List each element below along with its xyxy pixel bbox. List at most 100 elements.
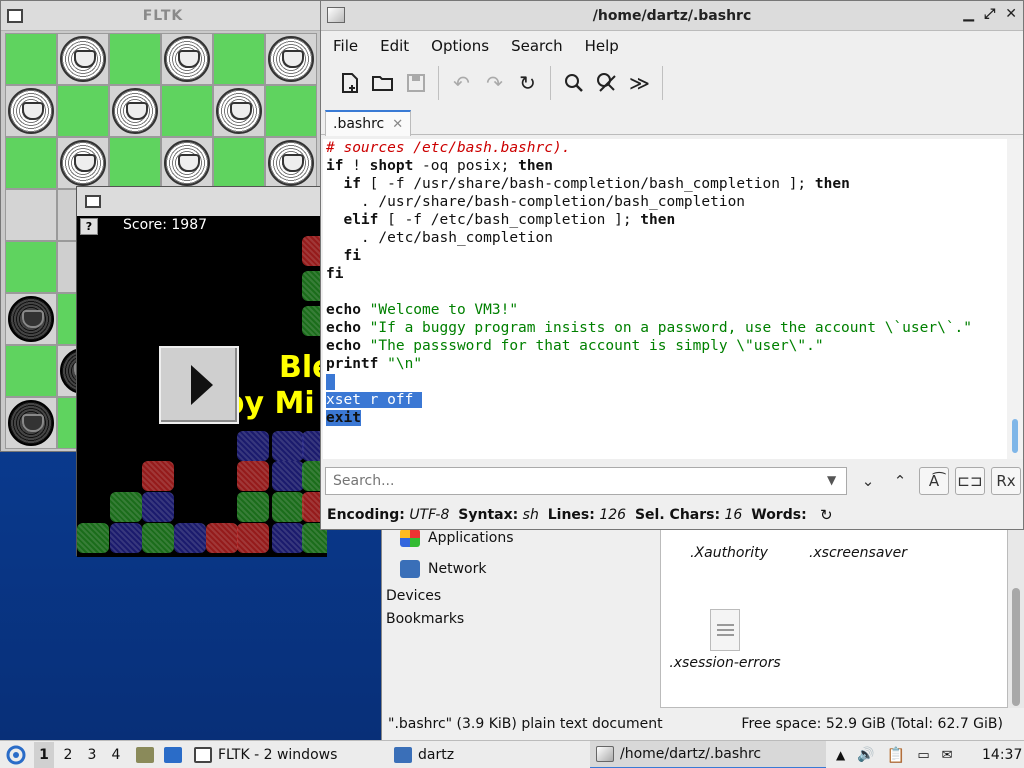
file-view-scrollbar[interactable] xyxy=(1008,528,1024,708)
whole-word-icon[interactable]: ⊏⊐ xyxy=(955,467,985,495)
regex-icon[interactable]: Rx xyxy=(991,467,1021,495)
task-label: FLTK - 2 windows xyxy=(218,747,338,763)
board-square[interactable] xyxy=(5,345,57,397)
board-square[interactable] xyxy=(161,85,213,137)
file-manager-window[interactable]: Applications Network Devices Bookmarks .… xyxy=(381,528,1024,740)
clipboard-icon[interactable]: 📋 xyxy=(887,746,906,764)
board-square[interactable] xyxy=(5,137,57,189)
file-xsession-errors[interactable]: .xsession-errors xyxy=(669,609,781,671)
task-dartz[interactable]: dartz xyxy=(394,741,454,768)
board-square[interactable] xyxy=(265,33,317,85)
menu-help[interactable]: Help xyxy=(585,37,619,55)
file-xauthority[interactable]: .Xauthority xyxy=(689,545,769,561)
new-file-icon[interactable] xyxy=(333,65,366,101)
editor-titlebar[interactable]: /home/dartz/.bashrc ▁ ⤢ ✕ xyxy=(321,1,1023,31)
code-editor[interactable]: # sources /etc/bash.bashrc). if ! shopt -… xyxy=(323,139,1007,459)
white-checker-piece[interactable] xyxy=(164,36,210,82)
board-square[interactable] xyxy=(213,137,265,189)
search-input[interactable] xyxy=(325,467,847,495)
open-folder-icon[interactable] xyxy=(366,65,399,101)
task-fltk[interactable]: FLTK - 2 windows xyxy=(194,741,337,768)
scrollbar-thumb[interactable] xyxy=(1012,588,1020,706)
board-square[interactable] xyxy=(57,85,109,137)
menu-search[interactable]: Search xyxy=(511,37,563,55)
notification-icon[interactable]: ✉ xyxy=(942,748,953,763)
blocks-game-window[interactable]: ? Score: 1987 Ble by Mi xyxy=(76,186,327,557)
refresh-words-icon[interactable]: ↻ xyxy=(820,506,833,524)
file-xscreensaver[interactable]: .xscreensaver xyxy=(803,545,913,561)
white-checker-piece[interactable] xyxy=(60,140,106,186)
board-square[interactable] xyxy=(5,189,57,241)
white-checker-piece[interactable] xyxy=(8,88,54,134)
clock[interactable]: 14:37 xyxy=(982,741,1022,768)
board-square[interactable] xyxy=(265,137,317,189)
board-square[interactable] xyxy=(5,293,57,345)
text-editor-window[interactable]: /home/dartz/.bashrc ▁ ⤢ ✕ File Edit Opti… xyxy=(320,0,1024,530)
black-checker-piece[interactable] xyxy=(8,296,54,342)
selchars-label: Sel. Chars: xyxy=(634,507,721,523)
board-square[interactable] xyxy=(161,33,213,85)
find-next-icon[interactable]: ⌄ xyxy=(853,467,883,495)
workspace-1[interactable]: 1 xyxy=(34,742,54,768)
help-button[interactable]: ? xyxy=(80,218,98,235)
board-square[interactable] xyxy=(5,85,57,137)
game-titlebar[interactable] xyxy=(77,187,325,216)
menu-edit[interactable]: Edit xyxy=(380,37,409,55)
white-checker-piece[interactable] xyxy=(268,140,314,186)
play-button[interactable] xyxy=(159,346,239,424)
minimize-icon[interactable]: ▁ xyxy=(963,6,974,22)
volume-icon[interactable]: 🔊 xyxy=(857,747,874,763)
white-checker-piece[interactable] xyxy=(268,36,314,82)
board-square[interactable] xyxy=(5,33,57,85)
replace-icon[interactable] xyxy=(590,65,623,101)
search-history-dropdown-icon[interactable]: ▼ xyxy=(827,473,836,487)
menu-options[interactable]: Options xyxy=(431,37,489,55)
places-item-network[interactable]: Network xyxy=(400,560,486,578)
white-checker-piece[interactable] xyxy=(164,140,210,186)
fltk-titlebar[interactable]: FLTK xyxy=(1,1,325,31)
board-square[interactable] xyxy=(57,137,109,189)
white-checker-piece[interactable] xyxy=(60,36,106,82)
quicklaunch-desktop[interactable] xyxy=(164,741,182,768)
redo-icon[interactable]: ↷ xyxy=(478,65,511,101)
board-square[interactable] xyxy=(109,85,161,137)
task-editor[interactable]: /home/dartz/.bashrc xyxy=(590,741,826,768)
tab-bashrc[interactable]: .bashrc ✕ xyxy=(325,110,412,136)
workspace-3[interactable]: 3 xyxy=(82,742,102,768)
board-square[interactable] xyxy=(213,85,265,137)
file-view[interactable]: .Xauthority .xscreensaver .xsession-erro… xyxy=(660,528,1008,708)
quicklaunch-files[interactable] xyxy=(136,741,154,768)
find-previous-icon[interactable]: ⌃ xyxy=(885,467,915,495)
network-tray-icon[interactable]: ▭ xyxy=(917,748,929,763)
maximize-icon[interactable]: ⤢ xyxy=(984,6,995,22)
save-icon[interactable] xyxy=(399,65,432,101)
tray-up-icon[interactable]: ▲ xyxy=(836,748,845,762)
syntax-value: sh xyxy=(522,507,539,523)
workspace-2[interactable]: 2 xyxy=(58,742,78,768)
reload-icon[interactable]: ↻ xyxy=(511,65,544,101)
go-to-line-icon[interactable]: ≫ xyxy=(623,65,656,101)
scrollbar-thumb[interactable] xyxy=(1012,419,1018,453)
board-square[interactable] xyxy=(5,397,57,449)
close-icon[interactable]: ✕ xyxy=(1005,6,1017,22)
places-item-applications[interactable]: Applications xyxy=(400,529,514,547)
workspace-4[interactable]: 4 xyxy=(106,742,126,768)
board-square[interactable] xyxy=(109,33,161,85)
board-square[interactable] xyxy=(265,85,317,137)
board-square[interactable] xyxy=(213,33,265,85)
black-checker-piece[interactable] xyxy=(8,400,54,446)
board-square[interactable] xyxy=(57,33,109,85)
white-checker-piece[interactable] xyxy=(216,88,262,134)
find-icon[interactable] xyxy=(557,65,590,101)
white-checker-piece[interactable] xyxy=(112,88,158,134)
undo-icon[interactable]: ↶ xyxy=(445,65,478,101)
board-square[interactable] xyxy=(109,137,161,189)
board-square[interactable] xyxy=(161,137,213,189)
board-square[interactable] xyxy=(5,241,57,293)
menu-file[interactable]: File xyxy=(333,37,358,55)
editor-scrollbar[interactable] xyxy=(1007,139,1023,459)
tab-close-icon[interactable]: ✕ xyxy=(392,117,403,132)
start-menu-button[interactable] xyxy=(6,741,26,768)
game-canvas[interactable]: ? Score: 1987 Ble by Mi xyxy=(77,216,327,557)
match-case-icon[interactable]: A͡ xyxy=(919,467,949,495)
